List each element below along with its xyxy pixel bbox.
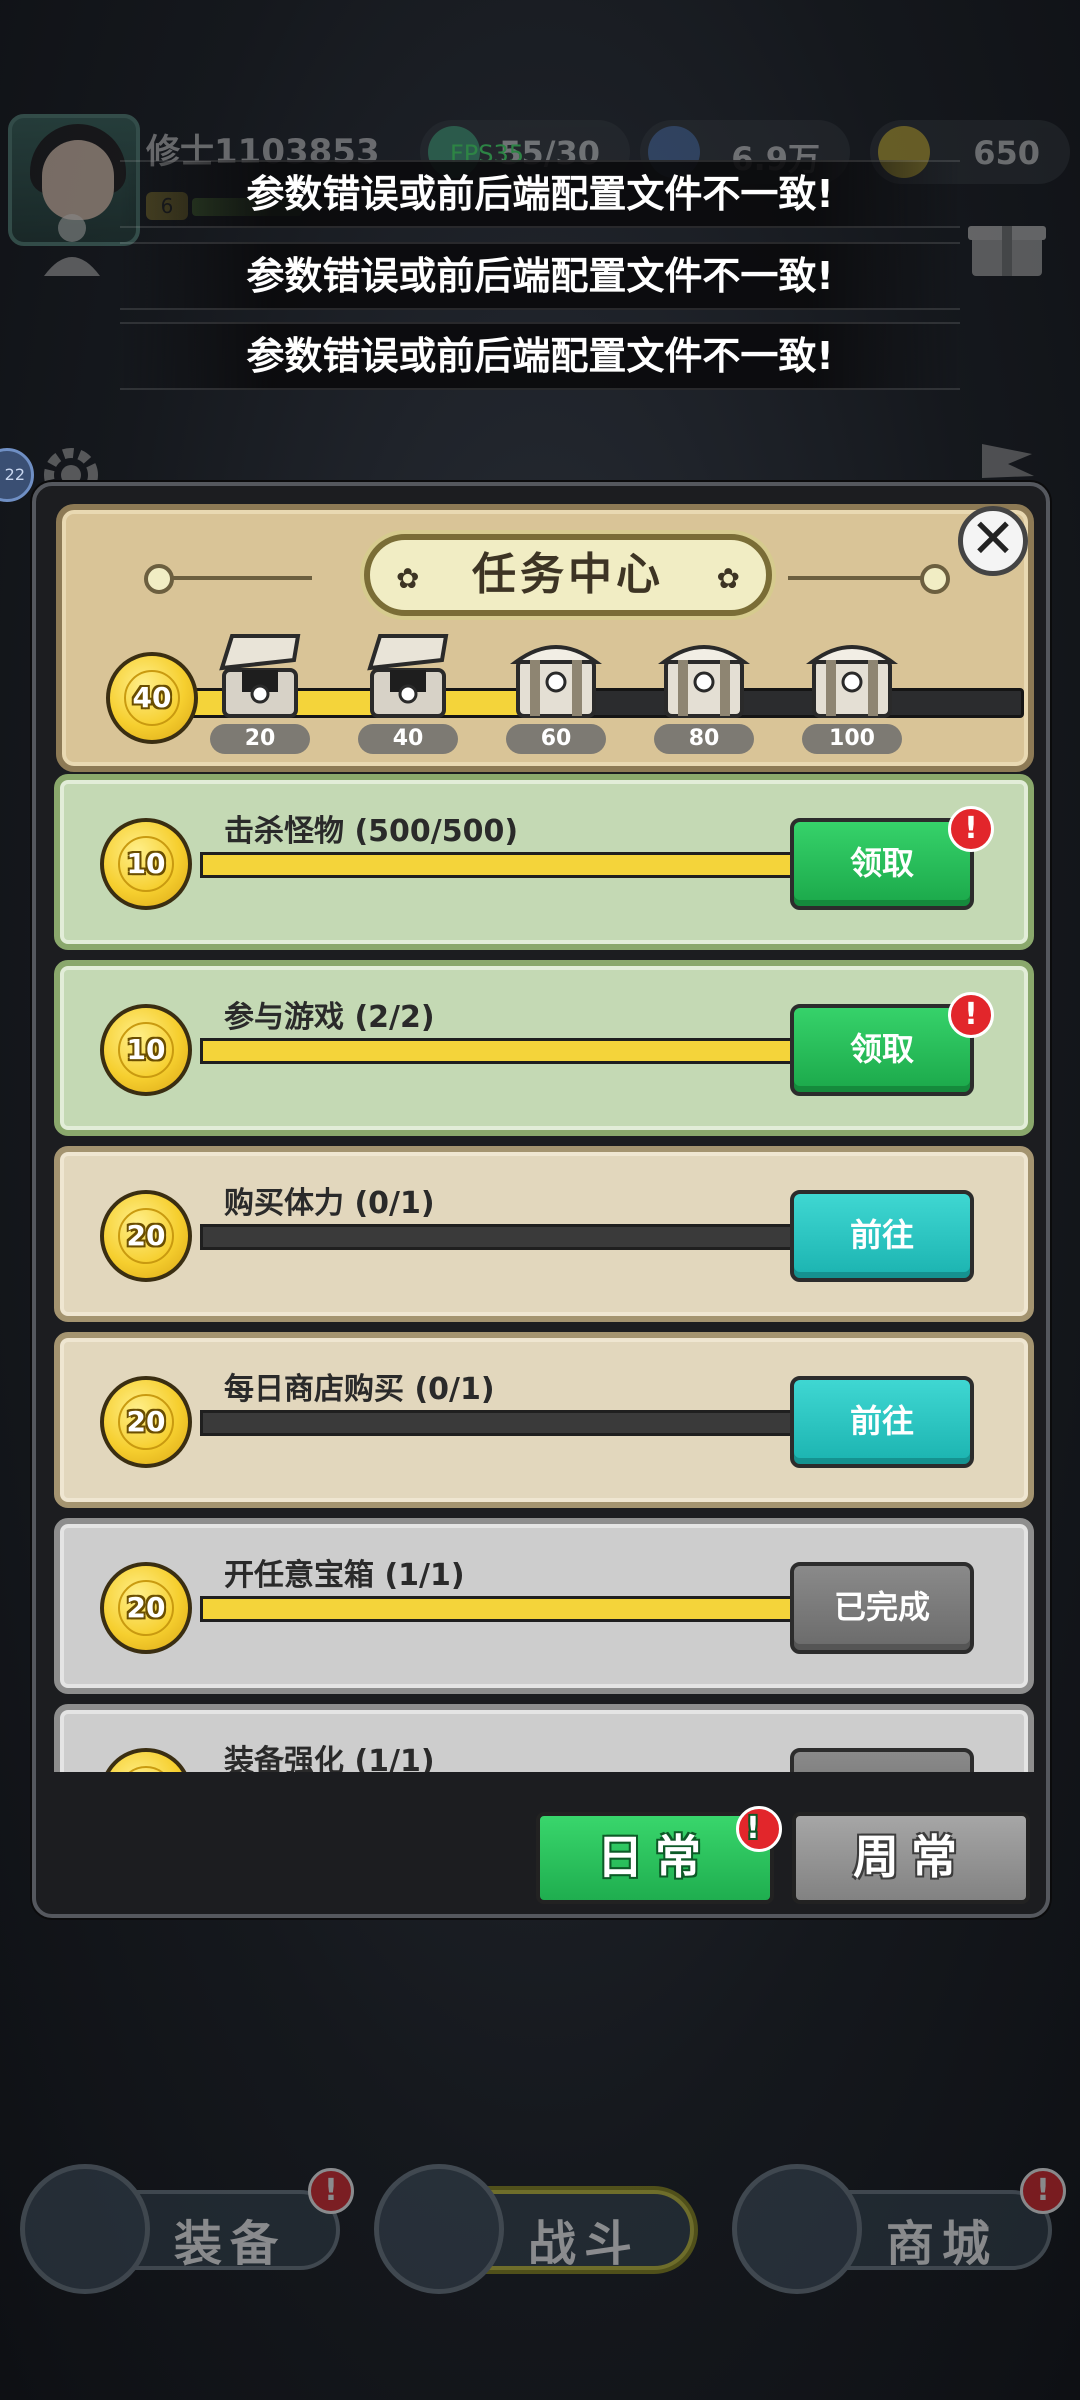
chest-threshold-label: 80	[654, 724, 754, 754]
tab-weekly-label: 周常	[853, 1830, 969, 1884]
reward-coin: 20	[100, 1376, 192, 1468]
task-name: 装备强化 (1/1)	[224, 1744, 435, 1772]
error-toast: 参数错误或前后端配置文件不一致!	[120, 322, 960, 390]
error-toast: 参数错误或前后端配置文件不一致!	[120, 242, 960, 310]
task-reward: 20	[126, 1591, 166, 1624]
task-name: 购买体力 (0/1)	[224, 1186, 435, 1221]
equip-icon	[20, 2164, 150, 2294]
leaf-value: 650	[973, 134, 1040, 172]
task-header-panel: ✿ 任务中心 ✿ 40 20 40 60 80 100	[56, 504, 1034, 772]
chest-threshold-label: 60	[506, 724, 606, 754]
gift-box-icon[interactable]	[964, 210, 1050, 280]
task-goto-button[interactable]: 前往	[790, 1190, 974, 1282]
task-row: 20 开任意宝箱 (1/1) 已完成	[54, 1518, 1034, 1694]
task-name: 参与游戏 (2/2)	[224, 1000, 435, 1035]
task-done-button: 已完成	[790, 1748, 974, 1772]
task-name: 开任意宝箱 (1/1)	[224, 1558, 465, 1593]
task-done-button: 已完成	[790, 1562, 974, 1654]
tab-daily-label: 日常	[597, 1830, 713, 1884]
nav-battle[interactable]: 战斗	[374, 2164, 694, 2294]
bottom-nav: 装备 ! 战斗 商城 !	[0, 2150, 1080, 2300]
nav-equip-alert-badge: !	[308, 2168, 354, 2214]
task-center-modal: ✿ 任务中心 ✿ 40 20 40 60 80 100 ✕ 10 击杀怪物 (500/50…	[32, 482, 1050, 1918]
modal-title: 任务中心	[472, 549, 664, 600]
task-row: 10 装备强化 (1/1) 已完成	[54, 1704, 1034, 1772]
reward-coin: 20	[100, 1562, 192, 1654]
title-plate: ✿ 任务中心 ✿	[364, 534, 772, 616]
reward-coin: 10	[100, 818, 192, 910]
task-alert-badge: !	[948, 806, 994, 852]
chest-icon[interactable]	[806, 630, 898, 726]
task-reward: 10	[126, 847, 166, 880]
nav-equip[interactable]: 装备 !	[20, 2164, 354, 2294]
title-deco-line	[152, 576, 312, 580]
character-icon[interactable]	[34, 208, 110, 278]
task-name: 每日商店购买 (0/1)	[224, 1372, 495, 1407]
error-toast: 参数错误或前后端配置文件不一致!	[120, 160, 960, 228]
title-ornament-icon: ✿	[396, 562, 420, 595]
task-row: 20 每日商店购买 (0/1) 前往	[54, 1332, 1034, 1508]
chest-threshold-label: 100	[802, 724, 902, 754]
activity-points-coin: 40	[106, 652, 198, 744]
tab-daily[interactable]: 日常 !	[536, 1806, 782, 1904]
task-name: 击杀怪物 (500/500)	[224, 814, 519, 849]
nav-equip-label: 装备	[174, 2216, 287, 2272]
nav-shop[interactable]: 商城 !	[732, 2164, 1066, 2294]
chest-threshold-label: 40	[358, 724, 458, 754]
chest-icon[interactable]	[510, 630, 602, 726]
task-row: 10 击杀怪物 (500/500) 领取!	[54, 774, 1034, 950]
task-reward: 10	[126, 1033, 166, 1066]
chest-threshold-label: 20	[210, 724, 310, 754]
task-alert-badge: !	[948, 992, 994, 1038]
reward-coin: 10	[100, 1004, 192, 1096]
battle-icon	[374, 2164, 504, 2294]
side-level-bubble[interactable]: 22	[0, 448, 34, 502]
title-deco-dot	[920, 564, 950, 594]
title-deco-dot	[144, 564, 174, 594]
chest-icon[interactable]	[362, 630, 454, 726]
title-ornament-icon: ✿	[716, 562, 740, 595]
activity-points: 40	[132, 681, 172, 714]
task-claim-button[interactable]: 领取	[790, 1004, 974, 1096]
close-button[interactable]: ✕	[958, 506, 1028, 576]
task-claim-button[interactable]: 领取	[790, 818, 974, 910]
shop-chest-icon	[732, 2164, 862, 2294]
tab-daily-alert-badge: !	[736, 1806, 782, 1852]
chest-icon[interactable]	[658, 630, 750, 726]
task-reward: 20	[126, 1405, 166, 1438]
task-list[interactable]: 10 击杀怪物 (500/500) 领取! 10 参与游戏 (2/2) 领取! 20 购买体力…	[54, 774, 1038, 1772]
task-goto-button[interactable]: 前往	[790, 1376, 974, 1468]
reward-coin: 20	[100, 1190, 192, 1282]
reward-coin: 10	[100, 1748, 192, 1772]
task-row: 10 参与游戏 (2/2) 领取!	[54, 960, 1034, 1136]
tab-weekly[interactable]: 周常	[792, 1812, 1030, 1904]
task-reward: 20	[126, 1219, 166, 1252]
nav-shop-label: 商城	[886, 2216, 999, 2272]
nav-battle-label: 战斗	[528, 2216, 641, 2272]
task-row: 20 购买体力 (0/1) 前往	[54, 1146, 1034, 1322]
chest-icon[interactable]	[214, 630, 306, 726]
title-deco-line	[788, 576, 928, 580]
nav-shop-alert-badge: !	[1020, 2168, 1066, 2214]
